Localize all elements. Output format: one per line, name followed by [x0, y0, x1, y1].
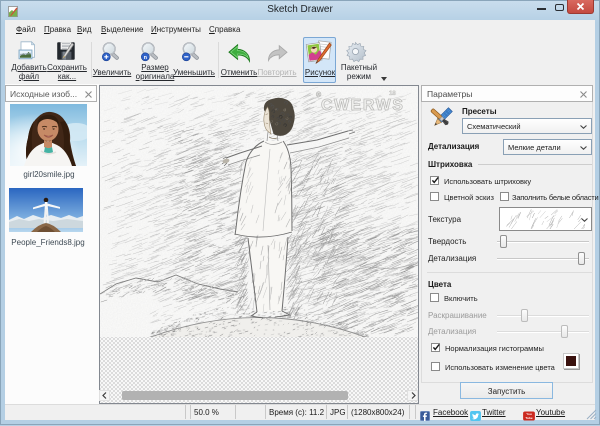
svg-text:18: 18 [389, 91, 396, 97]
svg-text:®: ® [316, 91, 322, 99]
svg-text:CWERWS: CWERWS [321, 97, 404, 114]
svg-text:Tube: Tube [525, 416, 532, 420]
